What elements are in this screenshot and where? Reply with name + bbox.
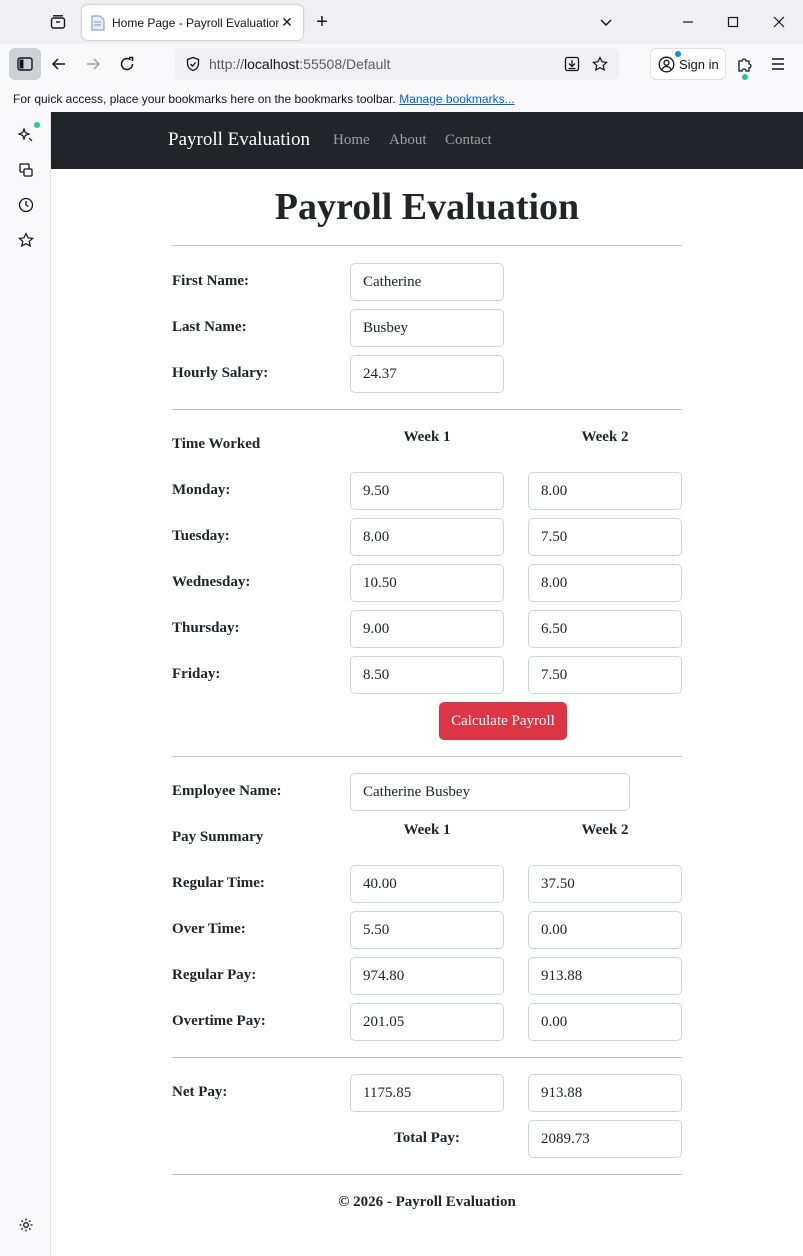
thursday-week2-input[interactable]: 6.50	[528, 610, 682, 648]
manage-bookmarks-link[interactable]: Manage bookmarks...	[399, 92, 514, 106]
hourly-salary-label: Hourly Salary:	[172, 365, 269, 381]
nav-link-home[interactable]: Home	[333, 132, 370, 149]
regular-pay-week2-output[interactable]: 913.88	[528, 957, 682, 995]
web-page: Payroll Evaluation Home About Contact Pa…	[51, 112, 803, 1256]
url-bar[interactable]: http://localhost:55508/Default	[175, 48, 619, 80]
regular-time-week2-output[interactable]: 37.50	[528, 865, 682, 903]
thursday-week1-input[interactable]: 9.00	[350, 610, 504, 648]
overtime-pay-week1-output[interactable]: 201.05	[350, 1003, 504, 1041]
wednesday-label: Wednesday:	[172, 574, 251, 590]
net-pay-week2-output[interactable]: 913.88	[528, 1074, 682, 1112]
browser-nav-toolbar: http://localhost:55508/Default Sign in	[0, 44, 803, 86]
shield-icon[interactable]	[183, 54, 203, 74]
summary-week2-header: Week 2	[581, 822, 629, 838]
over-time-week1-output[interactable]: 5.50	[350, 911, 504, 949]
over-time-label: Over Time:	[172, 921, 246, 937]
synced-tabs-icon[interactable]	[14, 158, 38, 182]
first-name-label: First Name:	[172, 273, 250, 289]
browser-sidebar	[0, 112, 51, 1256]
regular-pay-label: Regular Pay:	[172, 967, 257, 983]
over-time-week2-output[interactable]: 0.00	[528, 911, 682, 949]
sidebar-toggle-icon[interactable]	[9, 48, 41, 80]
hourly-salary-input[interactable]: 24.37	[350, 355, 504, 393]
regular-time-label: Regular Time:	[172, 875, 265, 891]
overtime-pay-label: Overtime Pay:	[172, 1013, 266, 1029]
navbar-brand[interactable]: Payroll Evaluation	[168, 129, 310, 151]
star-icon[interactable]	[589, 53, 611, 75]
tuesday-week2-input[interactable]: 7.50	[528, 518, 682, 556]
new-tab-plus-icon[interactable]: +	[312, 11, 332, 33]
bookmarks-star-icon[interactable]	[14, 228, 38, 252]
thursday-label: Thursday:	[172, 620, 240, 636]
minimize-icon[interactable]	[676, 10, 700, 34]
divider	[172, 756, 682, 757]
monday-week2-input[interactable]: 8.00	[528, 472, 682, 510]
tuesday-week1-input[interactable]: 8.00	[350, 518, 504, 556]
time-worked-label: Time Worked	[172, 436, 261, 452]
close-window-icon[interactable]	[767, 10, 791, 34]
employee-name-label: Employee Name:	[172, 783, 282, 799]
divider	[172, 1057, 682, 1058]
first-name-input[interactable]: Catherine	[350, 263, 504, 301]
bookmarks-toolbar: For quick access, place your bookmarks h…	[0, 86, 803, 112]
page-favicon-icon	[90, 15, 106, 31]
regular-pay-week1-output[interactable]: 974.80	[350, 957, 504, 995]
net-pay-week1-output[interactable]: 1175.85	[350, 1074, 504, 1112]
last-name-label: Last Name:	[172, 319, 247, 335]
extension-status-dot	[742, 74, 748, 80]
friday-label: Friday:	[172, 666, 221, 682]
browser-tab-active[interactable]: Home Page - Payroll Evaluation ✕	[82, 5, 303, 40]
browser-tab-bar: Home Page - Payroll Evaluation ✕ +	[0, 0, 803, 44]
tab-title: Home Page - Payroll Evaluation	[112, 15, 279, 30]
last-name-input[interactable]: Busbey	[350, 309, 504, 347]
nav-link-contact[interactable]: Contact	[445, 132, 492, 149]
download-icon[interactable]	[561, 53, 583, 75]
wednesday-week2-input[interactable]: 8.00	[528, 564, 682, 602]
sidebar-status-dot	[34, 122, 40, 128]
arrow-left-icon[interactable]	[47, 52, 71, 76]
maximize-icon[interactable]	[721, 10, 745, 34]
arrow-right-icon[interactable]	[81, 52, 105, 76]
account-icon	[657, 51, 681, 73]
friday-week1-input[interactable]: 8.50	[350, 656, 504, 694]
monday-label: Monday:	[172, 482, 231, 498]
divider	[172, 409, 682, 410]
puzzle-icon[interactable]	[733, 52, 757, 80]
tuesday-label: Tuesday:	[172, 528, 230, 544]
total-pay-label: Total Pay:	[394, 1130, 460, 1146]
wednesday-week1-input[interactable]: 10.50	[350, 564, 504, 602]
friday-week2-input[interactable]: 7.50	[528, 656, 682, 694]
week1-header: Week 1	[403, 429, 451, 445]
bookmarks-hint: For quick access, place your bookmarks h…	[13, 92, 396, 106]
chevron-down-icon[interactable]	[596, 12, 616, 32]
calculate-payroll-button[interactable]: Calculate Payroll	[439, 702, 567, 740]
ai-sparkle-icon[interactable]	[14, 122, 40, 147]
url-text: http://localhost:55508/Default	[209, 56, 391, 72]
regular-time-week1-output[interactable]: 40.00	[350, 865, 504, 903]
tab-manager-icon[interactable]	[46, 10, 70, 34]
employee-name-output[interactable]: Catherine Busbey	[350, 773, 630, 811]
settings-gear-icon[interactable]	[14, 1213, 38, 1237]
overtime-pay-week2-output[interactable]: 0.00	[528, 1003, 682, 1041]
reload-icon[interactable]	[115, 52, 139, 76]
notification-dot	[675, 51, 681, 57]
nav-link-about[interactable]: About	[389, 132, 427, 149]
week2-header: Week 2	[581, 429, 629, 445]
summary-week1-header: Week 1	[403, 822, 451, 838]
site-navbar: Payroll Evaluation Home About Contact	[51, 112, 803, 169]
tab-close-icon[interactable]: ✕	[279, 14, 295, 31]
monday-week1-input[interactable]: 9.50	[350, 472, 504, 510]
sign-in-button[interactable]: Sign in	[650, 48, 726, 80]
divider	[172, 245, 682, 246]
history-clock-icon[interactable]	[14, 193, 38, 217]
sign-in-label: Sign in	[679, 56, 719, 72]
hamburger-menu-icon[interactable]	[766, 52, 790, 76]
page-footer: © 2026 - Payroll Evaluation	[338, 1194, 516, 1210]
pay-summary-label: Pay Summary	[172, 829, 264, 845]
divider	[172, 1174, 682, 1175]
page-title: Payroll Evaluation	[274, 186, 580, 228]
net-pay-label: Net Pay:	[172, 1084, 228, 1100]
total-pay-output[interactable]: 2089.73	[528, 1120, 682, 1158]
